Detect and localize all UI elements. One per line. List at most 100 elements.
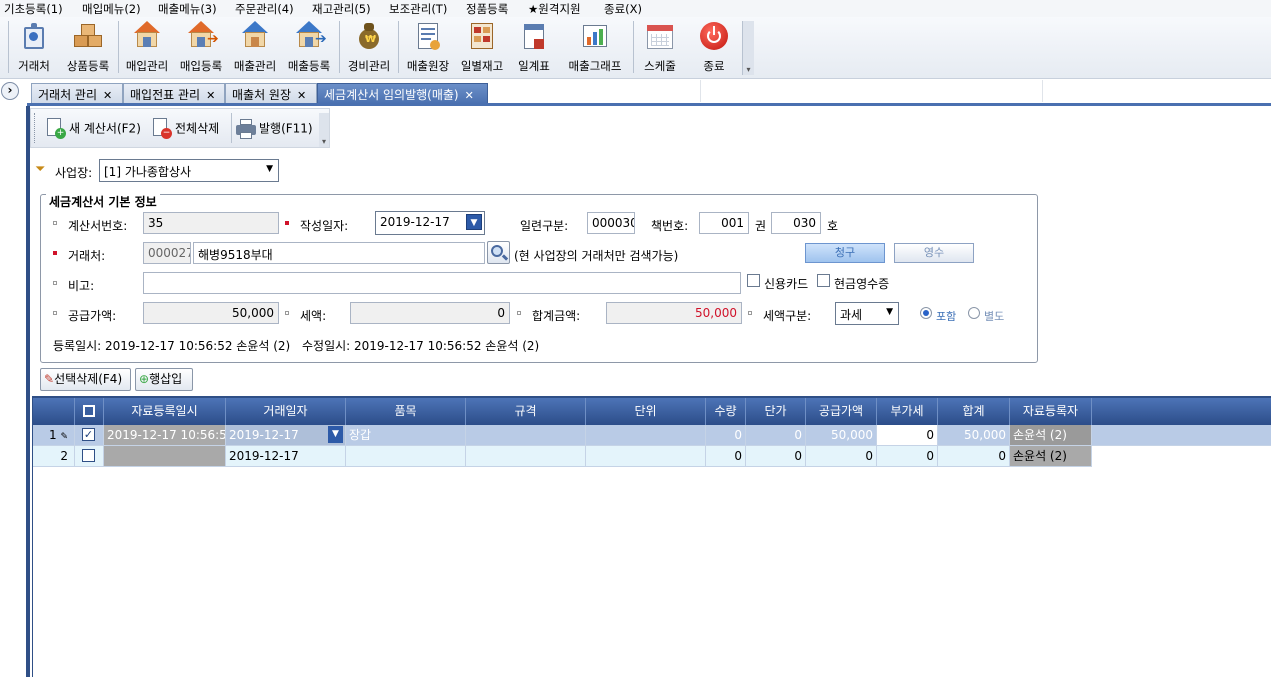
serial-label: 일련구분: — [520, 219, 569, 233]
new-invoice-button[interactable]: + 새 계산서(F2) — [45, 118, 141, 140]
modified-info: 수정일시: 2019-12-17 10:56:52 손윤석 (2) — [302, 339, 540, 353]
tab-tax-invoice[interactable]: 세금계산서 임의발행(매출) ✕ — [317, 83, 488, 104]
toolbar-daily-report-button[interactable]: 일계표 — [514, 21, 554, 74]
vat-cell[interactable]: 0 — [877, 425, 938, 446]
column-header[interactable]: 단가 — [746, 398, 806, 425]
tax-included-radio[interactable] — [920, 307, 932, 319]
business-select[interactable]: [1] 가나종합상사 ▼ — [99, 159, 279, 182]
column-header[interactable]: 합계 — [938, 398, 1010, 425]
menu-purchase[interactable]: 매입메뉴(2) — [82, 1, 141, 17]
toolbar-customer-button[interactable]: 거래처 — [14, 21, 54, 74]
receipt-button[interactable]: 영수 — [894, 243, 974, 263]
claim-button[interactable]: 청구 — [805, 243, 885, 263]
toolbar-sales-register-button[interactable]: ➔ 매출등록 — [284, 21, 334, 74]
credit-card-checkbox[interactable] — [747, 274, 760, 287]
menu-license[interactable]: 정품등록 — [466, 1, 508, 17]
toolbar-label: 경비관리 — [347, 59, 391, 73]
menu-aux[interactable]: 보조관리(T) — [389, 1, 447, 17]
tab-customer-manage[interactable]: 거래처 관리 ✕ — [31, 83, 123, 104]
select-all-header[interactable] — [75, 398, 104, 425]
toolbar-product-button[interactable]: 상품등록 — [62, 21, 114, 74]
menu-remote-support[interactable]: ★원격지원 — [528, 1, 581, 17]
toolbar-purchase-manage-button[interactable]: 매입관리 — [122, 21, 172, 74]
row-checkbox-checked[interactable]: ✓ — [82, 428, 95, 441]
serial-field[interactable]: 000030 — [587, 212, 635, 234]
column-header[interactable]: 거래일자 — [226, 398, 346, 425]
toolbar-exit-button[interactable]: 종료 — [694, 21, 734, 74]
date-field[interactable]: 2019-12-17 ▼ — [375, 211, 485, 235]
spec-cell[interactable] — [466, 446, 586, 467]
toolbar-sales-manage-button[interactable]: 매출관리 — [230, 21, 280, 74]
row-select-cell[interactable]: ✓ — [75, 425, 104, 446]
price-cell[interactable]: 0 — [746, 446, 806, 467]
registered-info: 등록일시: 2019-12-17 10:56:52 손윤석 (2) — [53, 339, 291, 353]
row-select-cell[interactable] — [75, 446, 104, 467]
toolbar-daily-stock-button[interactable]: 일별재고 — [456, 21, 508, 74]
toolbar-expense-button[interactable]: ₩ 경비관리 — [344, 21, 394, 74]
print-button[interactable]: 발행(F11) — [235, 118, 313, 140]
menu-bar: 기초등록(1) 매입메뉴(2) 매출메뉴(3) 주문관리(4) 재고관리(5) … — [0, 0, 1271, 17]
tax-separate-radio[interactable] — [968, 307, 980, 319]
menu-exit[interactable]: 종료(X) — [604, 1, 642, 17]
toolbar-purchase-register-button[interactable]: ➔ 매입등록 — [176, 21, 226, 74]
trade-date-cell[interactable]: 2019-12-17 — [226, 446, 346, 467]
close-icon[interactable]: ✕ — [103, 89, 112, 102]
row-checkbox[interactable] — [82, 449, 95, 462]
column-header[interactable]: 자료등록자 — [1010, 398, 1092, 425]
tab-sales-ledger[interactable]: 매출처 원장 ✕ — [225, 83, 317, 104]
close-icon[interactable]: ✕ — [465, 89, 474, 102]
ho-label: 호 — [827, 219, 839, 233]
menu-sales[interactable]: 매출메뉴(3) — [158, 1, 217, 17]
expand-sidebar-icon[interactable]: › — [1, 82, 19, 100]
toolbar-schedule-button[interactable]: 스케줄 — [638, 21, 682, 74]
price-cell[interactable]: 0 — [746, 425, 806, 446]
memo-field[interactable] — [143, 272, 741, 294]
menu-order[interactable]: 주문관리(4) — [235, 1, 294, 17]
column-header[interactable]: 공급가액 — [806, 398, 877, 425]
column-header[interactable]: 부가세 — [877, 398, 938, 425]
tab-purchase-slip[interactable]: 매입전표 관리 ✕ — [123, 83, 225, 104]
tax-type-select[interactable]: 과세 ▼ — [835, 302, 899, 325]
trade-date-cell[interactable]: 2019-12-17 ▼ — [226, 425, 346, 446]
menu-basic[interactable]: 기초등록(1) — [4, 1, 63, 17]
toolbar-separator — [231, 113, 232, 143]
supply-cell[interactable]: 50,000 — [806, 425, 877, 446]
vat-cell[interactable]: 0 — [877, 446, 938, 467]
column-header[interactable]: 단위 — [586, 398, 706, 425]
chevron-down-icon: ▼ — [266, 164, 273, 174]
close-icon[interactable]: ✕ — [297, 89, 306, 102]
date-value: 2019-12-17 — [380, 215, 450, 229]
column-header[interactable]: 규격 — [466, 398, 586, 425]
qty-cell[interactable]: 0 — [706, 446, 746, 467]
book-no-field[interactable]: 001 — [699, 212, 749, 234]
spec-cell[interactable] — [466, 425, 586, 446]
close-icon[interactable]: ✕ — [206, 89, 215, 102]
invoice-no-field[interactable]: 35 — [143, 212, 279, 234]
item-cell[interactable]: 장갑 — [346, 425, 466, 446]
calendar-dropdown-icon[interactable]: ▼ — [466, 214, 482, 230]
select-all-checkbox[interactable] — [83, 405, 95, 417]
column-header[interactable]: 품목 — [346, 398, 466, 425]
customer-name-field[interactable]: 해병9518부대 — [193, 242, 485, 264]
book-ho-field[interactable]: 030 — [771, 212, 821, 234]
unit-cell[interactable] — [586, 446, 706, 467]
column-header[interactable]: 자료등록일시 — [104, 398, 226, 425]
customer-search-button[interactable] — [487, 241, 510, 264]
calendar-dropdown-icon[interactable]: ▼ — [328, 426, 343, 443]
insert-row-button[interactable]: ⊕행삽입 — [135, 368, 193, 391]
menu-inventory[interactable]: 재고관리(5) — [312, 1, 371, 17]
item-cell[interactable] — [346, 446, 466, 467]
delete-all-button[interactable]: − 전체삭제 — [151, 118, 219, 140]
unit-cell[interactable] — [586, 425, 706, 446]
qty-cell[interactable]: 0 — [706, 425, 746, 446]
customer-code-field[interactable]: 000027 — [143, 242, 191, 264]
toolbar-sales-ledger-button[interactable]: 매출원장 — [402, 21, 454, 74]
delete-selected-button[interactable]: ✎선택삭제(F4) — [40, 368, 131, 391]
cash-receipt-checkbox[interactable] — [817, 274, 830, 287]
toolbar-sales-graph-button[interactable]: 매출그래프 — [562, 21, 628, 74]
column-header[interactable]: 수량 — [706, 398, 746, 425]
registrant-cell: 손윤석 (2) — [1010, 446, 1092, 467]
supply-cell[interactable]: 0 — [806, 446, 877, 467]
toolbar-overflow-button[interactable]: ▾ — [742, 21, 754, 75]
toolbar-overflow-button[interactable]: ▾ — [319, 113, 329, 147]
